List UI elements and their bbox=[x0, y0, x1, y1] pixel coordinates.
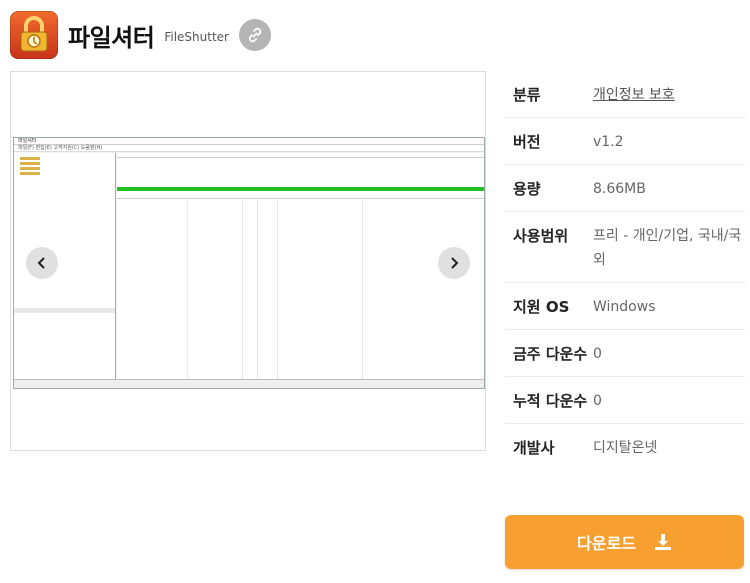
info-label: 버전 bbox=[513, 133, 541, 151]
info-value: 프리 - 개인/기업, 국내/국외 bbox=[593, 228, 742, 268]
info-value: Windows bbox=[593, 299, 656, 315]
mini-menu-bar: 파일(F) 편집(E) 고객지원(C) 도움말(H) bbox=[14, 145, 484, 152]
app-title: 파일셔터 bbox=[68, 23, 155, 52]
mini-tree-item bbox=[20, 157, 40, 160]
app-header: 파일셔터 FileShutter bbox=[10, 10, 271, 60]
gallery-next-button[interactable] bbox=[438, 247, 470, 279]
mini-status-bar bbox=[14, 379, 484, 388]
app-subtitle: FileShutter bbox=[164, 30, 229, 44]
category-link[interactable]: 개인정보 보호 bbox=[593, 83, 745, 107]
info-label: 용량 bbox=[513, 180, 541, 198]
download-icon bbox=[654, 534, 671, 550]
mini-progress-bar bbox=[117, 187, 484, 191]
info-label: 금주 다운수 bbox=[513, 345, 588, 363]
info-label: 분류 bbox=[513, 86, 541, 104]
download-label: 다운로드 bbox=[577, 534, 636, 553]
share-link-button[interactable] bbox=[238, 19, 271, 51]
info-label: 누적 다운수 bbox=[513, 392, 588, 410]
app-info-table: 분류 개인정보 보호 버전 v1.2 용량 8.66MB 사용범위 프리 - 개… bbox=[505, 71, 745, 470]
mini-tree-item bbox=[20, 162, 40, 165]
mini-grid-line bbox=[362, 199, 363, 379]
info-value: 0 bbox=[593, 393, 602, 409]
mini-grid-line bbox=[277, 199, 278, 379]
info-row-os: 지원 OS Windows bbox=[505, 283, 745, 330]
mini-window-title: 파일셔터 bbox=[14, 138, 484, 145]
mini-grid-line bbox=[242, 199, 243, 379]
mini-file-panel bbox=[117, 153, 484, 379]
info-value: 0 bbox=[593, 346, 602, 362]
chevron-right-icon bbox=[451, 257, 459, 269]
info-row-total-downloads: 누적 다운수 0 bbox=[505, 377, 745, 424]
mini-column-header bbox=[117, 193, 484, 199]
info-row-size: 용량 8.66MB bbox=[505, 165, 745, 212]
mini-tree-item bbox=[20, 172, 40, 175]
info-row-weekly-downloads: 금주 다운수 0 bbox=[505, 330, 745, 377]
info-value: v1.2 bbox=[593, 134, 624, 150]
info-value: 8.66MB bbox=[593, 181, 646, 197]
mini-left-footer bbox=[14, 308, 115, 313]
mini-grid-line bbox=[257, 199, 258, 379]
info-row-developer: 개발사 디지탈온넷 bbox=[505, 424, 745, 470]
link-icon bbox=[248, 27, 262, 43]
download-button[interactable]: 다운로드 bbox=[505, 515, 744, 569]
info-value: 디지탈온넷 bbox=[593, 440, 658, 456]
info-label: 지원 OS bbox=[513, 298, 570, 316]
mini-panel-header bbox=[117, 153, 484, 158]
info-row-version: 버전 v1.2 bbox=[505, 118, 745, 165]
info-row-license: 사용범위 프리 - 개인/기업, 국내/국외 bbox=[505, 212, 745, 283]
info-label: 개발사 bbox=[513, 439, 555, 457]
screenshot-image: 파일셔터 파일(F) 편집(E) 고객지원(C) 도움말(H) bbox=[13, 137, 485, 389]
padlock-icon bbox=[10, 11, 58, 59]
info-row-category: 분류 개인정보 보호 bbox=[505, 71, 745, 118]
gallery-prev-button[interactable] bbox=[26, 247, 58, 279]
mini-grid-line bbox=[187, 199, 188, 379]
mini-tree-item bbox=[20, 167, 40, 170]
screenshot-gallery: 파일셔터 파일(F) 편집(E) 고객지원(C) 도움말(H) bbox=[10, 71, 486, 451]
info-label: 사용범위 bbox=[513, 227, 569, 245]
chevron-left-icon bbox=[37, 257, 45, 269]
